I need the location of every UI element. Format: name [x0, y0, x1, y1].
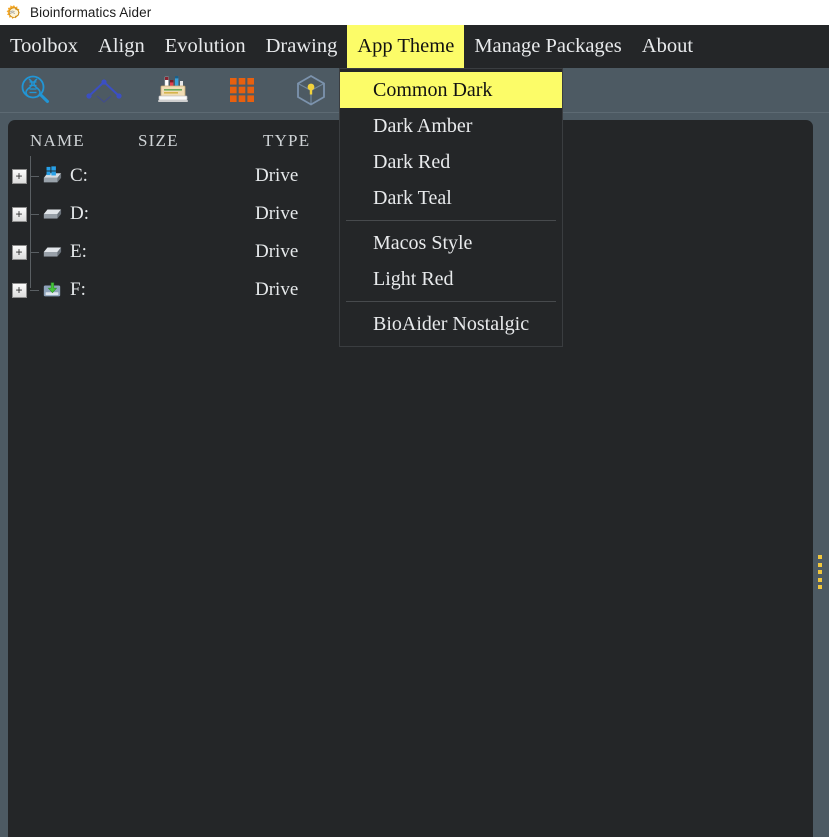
theme-menu-item-label: Light Red: [373, 267, 454, 290]
theme-menu-item-dark-red[interactable]: Dark Red: [340, 144, 562, 180]
theme-menu-item-label: Common Dark: [373, 78, 493, 101]
expand-toggle-icon[interactable]: +: [11, 244, 27, 260]
splitter-dot: [818, 555, 822, 559]
menu-manage-packages[interactable]: Manage Packages: [464, 25, 631, 68]
expand-toggle-icon[interactable]: +: [11, 282, 27, 298]
splitter-dot: [818, 577, 822, 582]
tree-elbow: [30, 213, 39, 215]
toolbar-button-manage-packages[interactable]: [276, 68, 345, 112]
menu-evolution[interactable]: Evolution: [155, 25, 256, 68]
toolbar-button-grid-matrix[interactable]: [207, 68, 276, 112]
menu-bar: Toolbox Align Evolution Drawing App Them…: [0, 25, 829, 68]
theme-menu-item-label: Dark Red: [373, 150, 451, 173]
menu-separator: [346, 301, 556, 302]
application-window: Bioinformatics Aider Toolbox Align Evolu…: [0, 0, 829, 837]
theme-menu-item-dark-amber[interactable]: Dark Amber: [340, 108, 562, 144]
column-header-name[interactable]: NAME: [8, 131, 138, 151]
drive-name: F:: [70, 279, 86, 300]
drive-name: D:: [70, 203, 89, 224]
expander-cell: +: [8, 244, 30, 260]
bioaider-sun-logo-icon: [6, 4, 20, 19]
drive-type: Drive: [255, 241, 299, 262]
expander-cell: +: [8, 282, 30, 298]
hard-drive-icon: [43, 209, 62, 219]
expand-toggle-icon[interactable]: +: [11, 168, 27, 184]
drawing-tools-icon: [157, 76, 188, 102]
app-title: Bioinformatics Aider: [30, 5, 152, 20]
menu-manage-packages-label: Manage Packages: [474, 35, 622, 57]
theme-menu-item-common-dark[interactable]: Common Dark: [340, 72, 562, 108]
column-header-size[interactable]: SIZE: [138, 131, 263, 151]
drive-type: Drive: [255, 165, 299, 186]
tree-elbow: [30, 175, 39, 177]
dna-search-icon: [21, 75, 49, 103]
menu-align[interactable]: Align: [88, 25, 155, 68]
menu-drawing[interactable]: Drawing: [256, 25, 348, 68]
package-cube-icon: [296, 74, 325, 106]
vertical-splitter-dots-icon[interactable]: [816, 555, 824, 589]
expand-toggle-icon[interactable]: +: [11, 206, 27, 222]
toolbar-button-drawing-tools[interactable]: [138, 68, 207, 112]
theme-menu-item-label: Dark Teal: [373, 186, 452, 209]
toolbar-button-phylogenetic-tree[interactable]: [69, 68, 138, 112]
theme-menu-item-macos-style[interactable]: Macos Style: [340, 225, 562, 261]
theme-menu-item-label: BioAider Nostalgic: [373, 312, 530, 335]
title-bar: Bioinformatics Aider: [0, 0, 829, 25]
removable-drive-icon: [43, 282, 61, 297]
hard-drive-icon: [43, 247, 62, 257]
menu-toolbox-label: Toolbox: [10, 35, 79, 57]
tree-elbow: [30, 289, 39, 291]
tree-elbow: [30, 251, 39, 253]
menu-app-theme[interactable]: App Theme: [347, 25, 465, 68]
menu-align-label: Align: [98, 35, 145, 57]
app-theme-dropdown-menu[interactable]: Common Dark Dark Amber Dark Red Dark Tea…: [339, 68, 563, 347]
expander-cell: +: [8, 206, 30, 222]
drive-name: C:: [70, 165, 88, 186]
menu-evolution-label: Evolution: [164, 35, 246, 57]
theme-menu-item-label: Dark Amber: [373, 114, 473, 137]
phylogenetic-tree-icon: [85, 79, 122, 103]
splitter-dot: [818, 570, 822, 574]
menu-about[interactable]: About: [632, 25, 703, 68]
drive-type: Drive: [255, 279, 299, 300]
windows-drive-icon: [43, 166, 62, 183]
theme-menu-item-label: Macos Style: [373, 231, 473, 254]
menu-drawing-label: Drawing: [265, 35, 338, 57]
drive-type: Drive: [255, 203, 299, 224]
splitter-dot: [818, 585, 822, 589]
drive-name: E:: [70, 241, 87, 262]
theme-menu-item-light-red[interactable]: Light Red: [340, 261, 562, 297]
menu-toolbox[interactable]: Toolbox: [0, 25, 88, 68]
toolbar-button-dna-search[interactable]: [0, 68, 69, 112]
theme-menu-item-bioaider-nostalgic[interactable]: BioAider Nostalgic: [340, 306, 562, 342]
theme-menu-item-dark-teal[interactable]: Dark Teal: [340, 180, 562, 216]
splitter-dot: [818, 562, 822, 567]
expander-cell: +: [8, 168, 30, 184]
menu-about-label: About: [641, 35, 694, 57]
grid-matrix-icon: [229, 78, 254, 102]
menu-app-theme-label: App Theme: [357, 35, 455, 57]
menu-separator: [346, 220, 556, 221]
